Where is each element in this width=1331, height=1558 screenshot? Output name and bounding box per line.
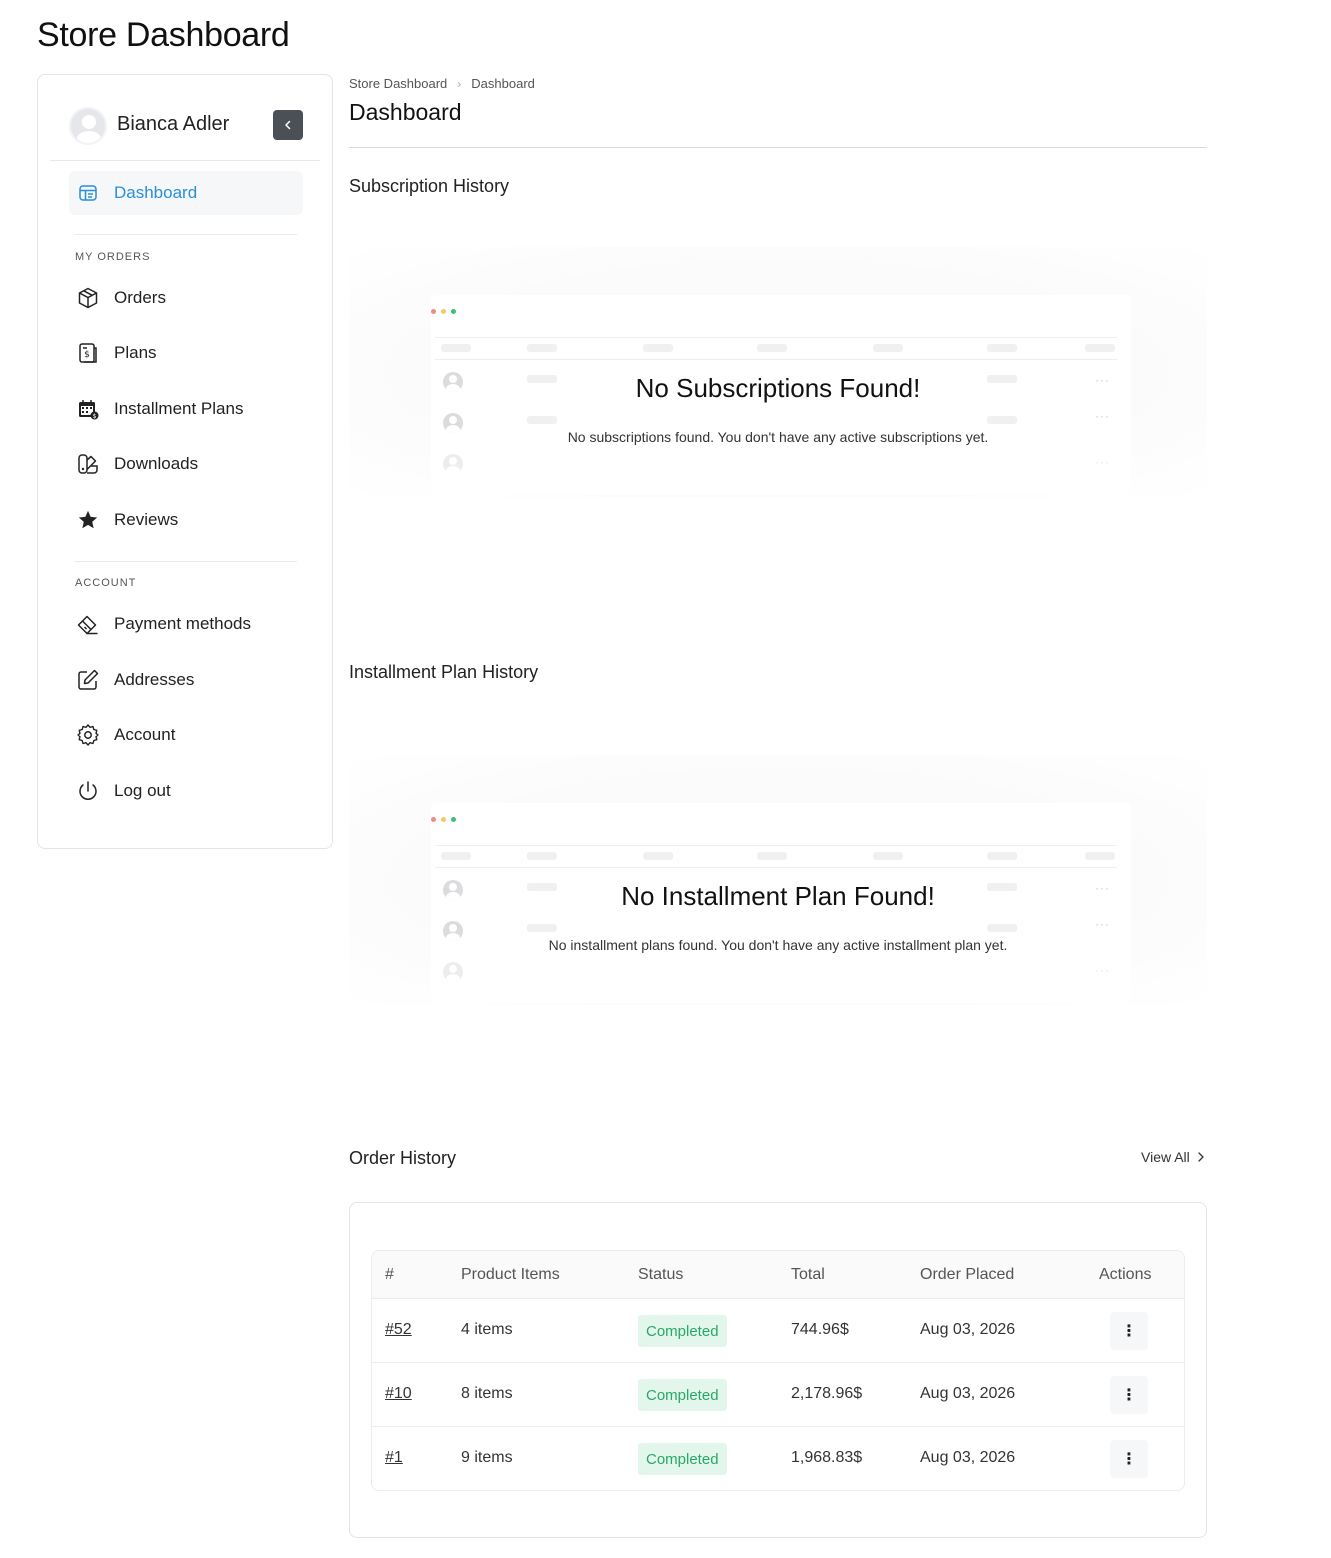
sidebar-item-label: Payment methods [114, 614, 252, 633]
sidebar: Bianca Adler Dashboard MY ORDERS Orders … [37, 74, 333, 849]
chevron-right-icon: › [457, 76, 462, 91]
breadcrumb-root-link[interactable]: Store Dashboard [349, 76, 447, 91]
table-row: #52 4 items Completed 744.96$ Aug 03, 20… [372, 1299, 1184, 1363]
payment-icon [75, 611, 101, 637]
kebab-icon: ⋮ [1121, 1323, 1137, 1340]
view-all-label: View All [1141, 1149, 1190, 1165]
sidebar-item-plans[interactable]: $ Plans [69, 333, 303, 373]
empty-state-title: No Installment Plan Found! [621, 881, 935, 911]
subscriptions-empty-state: ··· ··· ··· No Subscriptions Found! No s… [349, 247, 1207, 497]
empty-state-text: No subscriptions found. You don't have a… [567, 429, 989, 445]
sidebar-item-reviews[interactable]: Reviews [69, 500, 303, 540]
user-profile: Bianca Adler [50, 91, 320, 161]
sidebar-item-orders[interactable]: Orders [69, 278, 303, 318]
sidebar-item-payment-methods[interactable]: Payment methods [69, 604, 303, 644]
main-title: Dashboard [349, 99, 462, 125]
sidebar-item-label: Downloads [114, 454, 199, 473]
sidebar-item-label: Account [114, 725, 176, 744]
row-actions-button[interactable]: ⋮ [1110, 1440, 1148, 1478]
column-header: Total [791, 1266, 825, 1283]
order-items: 8 items [461, 1385, 513, 1402]
column-header: # [385, 1266, 394, 1283]
collapse-sidebar-button[interactable] [273, 110, 303, 140]
chevron-right-icon [1198, 1152, 1204, 1162]
star-icon [75, 507, 101, 533]
installment-history-heading: Installment Plan History [349, 662, 539, 682]
sidebar-item-account[interactable]: Account [69, 715, 303, 755]
order-total: 2,178.96$ [791, 1385, 863, 1402]
kebab-icon: ⋮ [1121, 1451, 1137, 1468]
sidebar-item-label: Dashboard [114, 183, 198, 202]
empty-state-text: No installment plans found. You don't ha… [548, 937, 1008, 953]
svg-text:$: $ [93, 413, 97, 420]
section-title-my-orders: MY ORDERS [75, 251, 151, 263]
order-items: 4 items [461, 1321, 513, 1338]
sidebar-item-label: Orders [114, 288, 166, 307]
gear-icon [75, 722, 101, 748]
sidebar-item-dashboard[interactable]: Dashboard [69, 171, 303, 215]
installments-empty-state: ··· ··· ··· No Installment Plan Found! N… [349, 755, 1207, 1005]
empty-state-title: No Subscriptions Found! [635, 373, 921, 403]
order-id-link[interactable]: #52 [385, 1321, 412, 1339]
sidebar-item-log-out[interactable]: Log out [69, 771, 303, 811]
order-id-link[interactable]: #10 [385, 1385, 412, 1403]
table-row: #1 9 items Completed 1,968.83$ Aug 03, 2… [372, 1427, 1184, 1490]
sidebar-item-label: Log out [114, 781, 171, 800]
column-header: Status [638, 1266, 684, 1283]
order-items: 9 items [461, 1449, 513, 1466]
user-name: Bianca Adler [117, 113, 230, 135]
status-badge: Completed [638, 1443, 727, 1475]
dashboard-icon [75, 180, 101, 206]
box-icon [75, 285, 101, 311]
row-actions-button[interactable]: ⋮ [1110, 1376, 1148, 1414]
page-title: Store Dashboard [37, 16, 290, 54]
column-header: Product Items [461, 1266, 560, 1283]
view-all-link[interactable]: View All [1141, 1149, 1206, 1165]
plans-icon: $ [75, 340, 101, 366]
power-icon [75, 778, 101, 804]
edit-icon [75, 667, 101, 693]
chevron-left-icon [285, 120, 291, 130]
avatar [69, 107, 107, 145]
divider [75, 561, 297, 562]
breadcrumb-current: Dashboard [471, 76, 535, 91]
order-id-link[interactable]: #1 [385, 1449, 403, 1467]
calendar-icon: $ [75, 396, 101, 422]
order-placed: Aug 03, 2026 [920, 1449, 1016, 1466]
order-history-card: # Product Items Status Total Order Place… [349, 1202, 1207, 1538]
status-badge: Completed [638, 1315, 727, 1347]
table-row: #10 8 items Completed 2,178.96$ Aug 03, … [372, 1363, 1184, 1427]
subscription-history-heading: Subscription History [349, 176, 510, 196]
order-placed: Aug 03, 2026 [920, 1385, 1016, 1402]
column-header: Actions [1099, 1266, 1152, 1283]
order-total: 1,968.83$ [791, 1449, 863, 1466]
status-badge: Completed [638, 1379, 727, 1411]
order-history-heading: Order History [349, 1148, 457, 1168]
sidebar-item-label: Plans [114, 343, 157, 362]
divider [349, 147, 1207, 148]
sidebar-item-label: Installment Plans [114, 399, 244, 418]
divider [75, 234, 297, 235]
sidebar-item-label: Addresses [114, 670, 195, 689]
sidebar-item-downloads[interactable]: Downloads [69, 444, 303, 484]
section-title-account: ACCOUNT [75, 577, 137, 589]
row-actions-button[interactable]: ⋮ [1110, 1312, 1148, 1350]
sidebar-item-installment-plans[interactable]: $ Installment Plans [69, 389, 303, 429]
orders-table: # Product Items Status Total Order Place… [371, 1250, 1185, 1491]
sidebar-item-label: Reviews [114, 510, 179, 529]
column-header: Order Placed [920, 1266, 1015, 1283]
breadcrumb: Store Dashboard › Dashboard [349, 76, 535, 91]
downloads-icon [75, 451, 101, 477]
table-header: # Product Items Status Total Order Place… [372, 1251, 1184, 1299]
kebab-icon: ⋮ [1121, 1387, 1137, 1404]
order-placed: Aug 03, 2026 [920, 1321, 1016, 1338]
sidebar-item-addresses[interactable]: Addresses [69, 660, 303, 700]
order-total: 744.96$ [791, 1321, 849, 1338]
svg-text:$: $ [84, 350, 90, 360]
